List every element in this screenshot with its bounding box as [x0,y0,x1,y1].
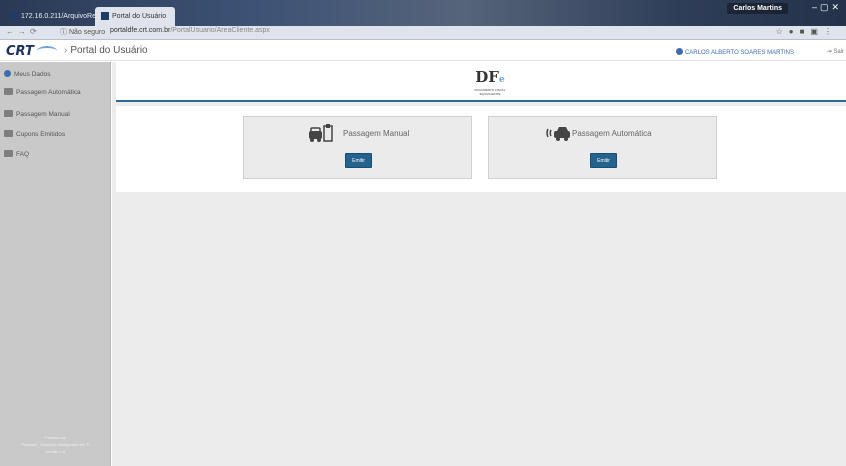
browser-profile-name[interactable]: Carlos Martins [727,3,788,14]
window-controls[interactable]: –▢✕ [812,2,842,13]
url-host: portaldfe.crt.com.br [110,27,171,34]
logout-label: Sair [833,49,844,55]
breadcrumb: › Portal do Usuário [64,45,148,56]
emitir-manual-button[interactable]: Emitir [345,153,372,168]
card-title: Passagem Manual [343,129,410,138]
app-header: CRT › Portal do Usuário CARLOS ALBERTO SO… [0,41,846,61]
dfe-mark-suffix: e [498,75,505,85]
footer-powered-by: Powered by [44,435,67,440]
sidebar-item-cupons-emitidos[interactable]: Cupons Emitidos [4,130,65,138]
sidebar: Meus Dados Passagem Automática Passagem … [0,62,111,466]
tag-reader-icon [4,88,13,95]
dfe-caption: DOCUMENTO FISCAL EQUIVALENTE [474,88,506,96]
manual-toll-icon [309,124,333,142]
url-path: /PortalUsuario/AreaCliente.aspx [170,27,270,34]
sidebar-item-label: Cupons Emitidos [16,131,66,138]
car-icon [4,110,13,117]
tab-favicon-icon [101,12,109,21]
emitir-automatica-button[interactable]: Emitir [590,153,617,168]
browser-window: 172.16.0.211/ArquivoRead✕ Portal do Usuá… [0,0,846,466]
breadcrumb-label: Portal do Usuário [70,45,148,56]
brand-strip: DFe DOCUMENTO FISCAL EQUIVALENTE [116,62,846,102]
chevron-right-icon: › [64,45,68,56]
card-passagem-manual: Passagem Manual Emitir [243,116,472,179]
address-bar: ←→⟳ ⓘ Não seguro portaldfe.crt.com.br/Po… [0,26,846,40]
footer-company: Pessoas · Soluções Inteligentes em TI [21,442,90,447]
dfe-logo: DFe DOCUMENTO FISCAL EQUIVALENTE [470,69,510,96]
sidebar-item-passagem-manual[interactable]: Passagem Manual [4,110,70,118]
secure-label: Não seguro [68,29,106,36]
actions-panel: Passagem Manual Emitir Passagem Automáti… [116,106,846,192]
tab-label: 172.16.0.211/ArquivoRead [21,13,104,20]
sidebar-item-passagem-automatica[interactable]: Passagem Automática [4,88,81,96]
user-icon [675,48,683,55]
crt-logo[interactable]: CRT [6,44,34,59]
header-user[interactable]: CARLOS ALBERTO SOARES MARTINS [675,48,794,56]
main-content: DFe DOCUMENTO FISCAL EQUIVALENTE Passage… [112,62,846,466]
automatic-toll-icon [546,127,570,141]
extension-icons[interactable]: ☆●■▣⋮ [776,27,838,36]
sidebar-item-faq[interactable]: FAQ [4,150,29,158]
url-field[interactable]: portaldfe.crt.com.br/PortalUsuario/AreaC… [110,27,270,34]
footer-version: Versão 2.0 [45,449,66,454]
browser-titlebar: 172.16.0.211/ArquivoRead✕ Portal do Usuá… [0,0,846,26]
user-name: CARLOS ALBERTO SOARES MARTINS [684,50,794,56]
faq-icon [4,150,13,157]
tab-favicon-icon [10,12,18,21]
sidebar-item-label: Passagem Automática [16,89,81,96]
security-indicator[interactable]: ⓘ Não seguro [60,27,105,37]
user-icon [4,70,11,77]
browser-tab-1[interactable]: 172.16.0.211/ArquivoRead✕ [4,7,120,26]
card-title: Passagem Automática [572,129,652,138]
sidebar-item-meus-dados[interactable]: Meus Dados [4,70,51,78]
tab-label: Portal do Usuário [112,13,167,20]
sidebar-item-label: FAQ [16,151,30,158]
logout-link[interactable]: ⇥ Sair [827,48,844,55]
logo-swoosh-icon [37,46,57,56]
sidebar-item-label: Meus Dados [14,71,51,78]
browser-tab-2[interactable]: Portal do Usuário [95,7,175,26]
coupons-icon [4,130,13,137]
dfe-mark: DFe [470,69,510,88]
nav-buttons-icon[interactable]: ←→⟳ [6,27,41,36]
dfe-mark-letters: DF [475,68,499,86]
card-passagem-automatica: Passagem Automática Emitir [488,116,717,179]
sidebar-item-label: Passagem Manual [16,111,70,118]
